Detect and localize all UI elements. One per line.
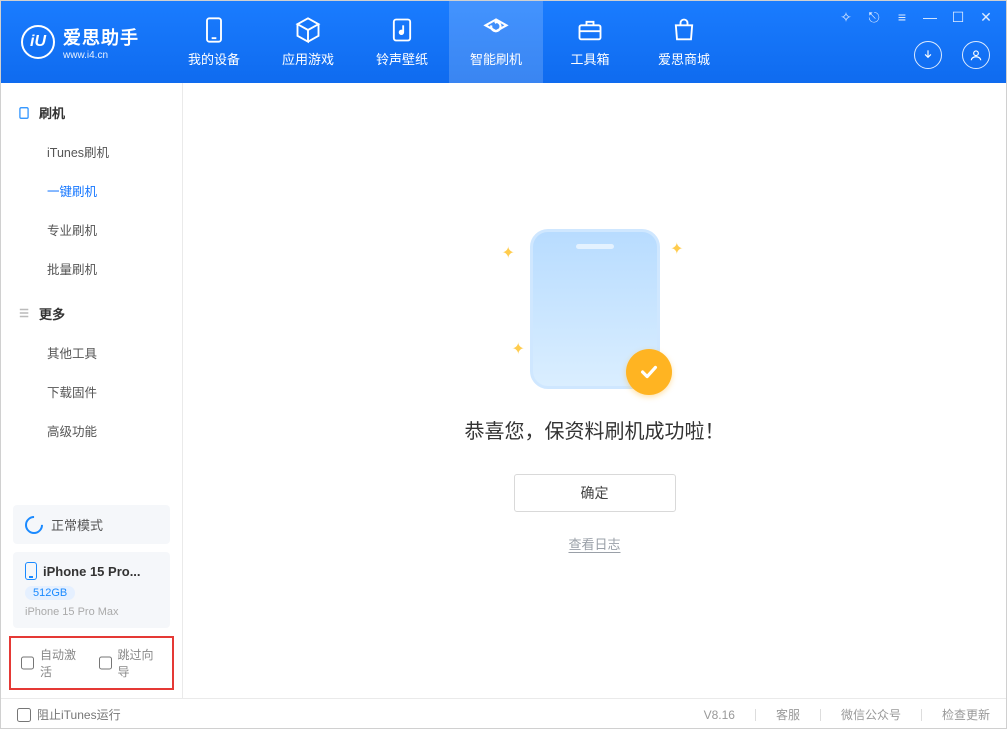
device-status-zone: 正常模式 iPhone 15 Pro... 512GB iPhone 15 Pr… xyxy=(1,497,182,698)
sidebar-item-other-tools[interactable]: 其他工具 xyxy=(1,333,182,372)
sync-icon xyxy=(21,512,46,537)
sparkle-icon: ✦ xyxy=(512,339,525,359)
block-itunes-input[interactable] xyxy=(17,708,31,722)
phone-icon xyxy=(200,16,228,44)
skin-icon[interactable]: ✧ xyxy=(838,9,854,26)
nav-apps[interactable]: 应用游戏 xyxy=(261,1,355,83)
nav-label: 应用游戏 xyxy=(282,49,334,68)
footer-right: V8.16 客服 微信公众号 检查更新 xyxy=(704,706,990,723)
divider xyxy=(820,709,821,721)
close-icon[interactable]: ✕ xyxy=(978,9,994,26)
wechat-link[interactable]: 微信公众号 xyxy=(841,706,901,723)
device-card[interactable]: iPhone 15 Pro... 512GB iPhone 15 Pro Max xyxy=(13,552,170,628)
cube-icon xyxy=(294,16,322,44)
nav-label: 工具箱 xyxy=(570,49,609,68)
check-badge-icon xyxy=(626,349,672,395)
divider xyxy=(921,709,922,721)
user-icon[interactable] xyxy=(962,41,990,69)
skip-wizard-checkbox[interactable]: 跳过向导 xyxy=(99,646,163,680)
section-title: 更多 xyxy=(39,304,65,323)
success-message: 恭喜您，保资料刷机成功啦！ xyxy=(465,415,725,444)
sidebar-item-itunes-flash[interactable]: iTunes刷机 xyxy=(1,132,182,171)
main-content: ✦ ✦ ✦ 恭喜您，保资料刷机成功啦！ 确定 查看日志 xyxy=(183,83,1006,698)
minimize-icon[interactable]: — xyxy=(922,9,938,26)
checkbox-label: 自动激活 xyxy=(40,646,85,680)
top-nav: 我的设备 应用游戏 铃声壁纸 智能刷机 工具箱 爱思商城 xyxy=(167,1,731,83)
sidebar-item-batch-flash[interactable]: 批量刷机 xyxy=(1,249,182,288)
refresh-icon xyxy=(482,16,510,44)
checkbox-label: 跳过向导 xyxy=(118,646,163,680)
version-text: V8.16 xyxy=(704,708,735,722)
shop-icon xyxy=(670,16,698,44)
download-icon[interactable] xyxy=(914,41,942,69)
status-card[interactable]: 正常模式 xyxy=(13,505,170,544)
more-icon: ☰ xyxy=(17,307,31,321)
skip-wizard-input[interactable] xyxy=(99,656,112,670)
music-icon xyxy=(388,16,416,44)
section-title: 刷机 xyxy=(39,103,65,122)
brand-name: 爱思助手 xyxy=(63,24,139,50)
sidebar-flash-list: iTunes刷机 一键刷机 专业刷机 批量刷机 xyxy=(1,130,182,296)
logo-icon: iU xyxy=(21,25,55,59)
highlight-options: 自动激活 跳过向导 xyxy=(9,636,174,690)
sparkle-icon: ✦ xyxy=(670,239,683,259)
nav-label: 我的设备 xyxy=(188,49,240,68)
sidebar-section-more: ☰ 更多 xyxy=(1,296,182,331)
sidebar: 刷机 iTunes刷机 一键刷机 专业刷机 批量刷机 ☰ 更多 其他工具 下载固… xyxy=(1,83,183,698)
device-full-name: iPhone 15 Pro Max xyxy=(25,606,158,618)
auto-activate-checkbox[interactable]: 自动激活 xyxy=(21,646,85,680)
window-controls: ✧ ⎋ ≡ — ☐ ✕ xyxy=(838,9,994,26)
app-body: 刷机 iTunes刷机 一键刷机 专业刷机 批量刷机 ☰ 更多 其他工具 下载固… xyxy=(1,83,1006,698)
nav-my-device[interactable]: 我的设备 xyxy=(167,1,261,83)
checkbox-label: 阻止iTunes运行 xyxy=(37,706,121,723)
maximize-icon[interactable]: ☐ xyxy=(950,9,966,26)
nav-label: 智能刷机 xyxy=(470,49,522,68)
success-illustration: ✦ ✦ ✦ xyxy=(530,229,660,389)
support-link[interactable]: 客服 xyxy=(776,706,800,723)
app-header: iU 爱思助手 www.i4.cn 我的设备 应用游戏 铃声壁纸 智能刷机 工具… xyxy=(1,1,1006,83)
tablet-icon xyxy=(17,106,31,120)
device-phone-icon xyxy=(25,562,37,580)
logo-zone: iU 爱思助手 www.i4.cn xyxy=(1,1,159,83)
nav-ringtones[interactable]: 铃声壁纸 xyxy=(355,1,449,83)
divider xyxy=(755,709,756,721)
footer: 阻止iTunes运行 V8.16 客服 微信公众号 检查更新 xyxy=(1,698,1006,730)
brand-url: www.i4.cn xyxy=(63,50,139,61)
view-log-link[interactable]: 查看日志 xyxy=(568,534,620,553)
header-right-icons xyxy=(914,41,990,69)
briefcase-icon xyxy=(576,16,604,44)
menu-icon[interactable]: ≡ xyxy=(894,9,910,26)
block-itunes-checkbox[interactable]: 阻止iTunes运行 xyxy=(17,706,121,723)
nav-store[interactable]: 爱思商城 xyxy=(637,1,731,83)
capacity-badge: 512GB xyxy=(25,586,75,600)
nav-label: 铃声壁纸 xyxy=(376,49,428,68)
nav-toolbox[interactable]: 工具箱 xyxy=(543,1,637,83)
sidebar-item-advanced[interactable]: 高级功能 xyxy=(1,411,182,450)
sidebar-section-flash: 刷机 xyxy=(1,95,182,130)
status-mode: 正常模式 xyxy=(51,515,103,534)
sidebar-more-list: 其他工具 下载固件 高级功能 xyxy=(1,331,182,458)
nav-label: 爱思商城 xyxy=(658,49,710,68)
ok-button[interactable]: 确定 xyxy=(514,474,676,512)
sparkle-icon: ✦ xyxy=(502,243,515,263)
sidebar-item-oneclick-flash[interactable]: 一键刷机 xyxy=(1,171,182,210)
nav-flash[interactable]: 智能刷机 xyxy=(449,1,543,83)
auto-activate-input[interactable] xyxy=(21,656,34,670)
check-update-link[interactable]: 检查更新 xyxy=(942,706,990,723)
sidebar-item-pro-flash[interactable]: 专业刷机 xyxy=(1,210,182,249)
sidebar-item-download-firmware[interactable]: 下载固件 xyxy=(1,372,182,411)
lock-icon[interactable]: ⎋ xyxy=(866,9,882,26)
device-name: iPhone 15 Pro... xyxy=(43,564,141,579)
